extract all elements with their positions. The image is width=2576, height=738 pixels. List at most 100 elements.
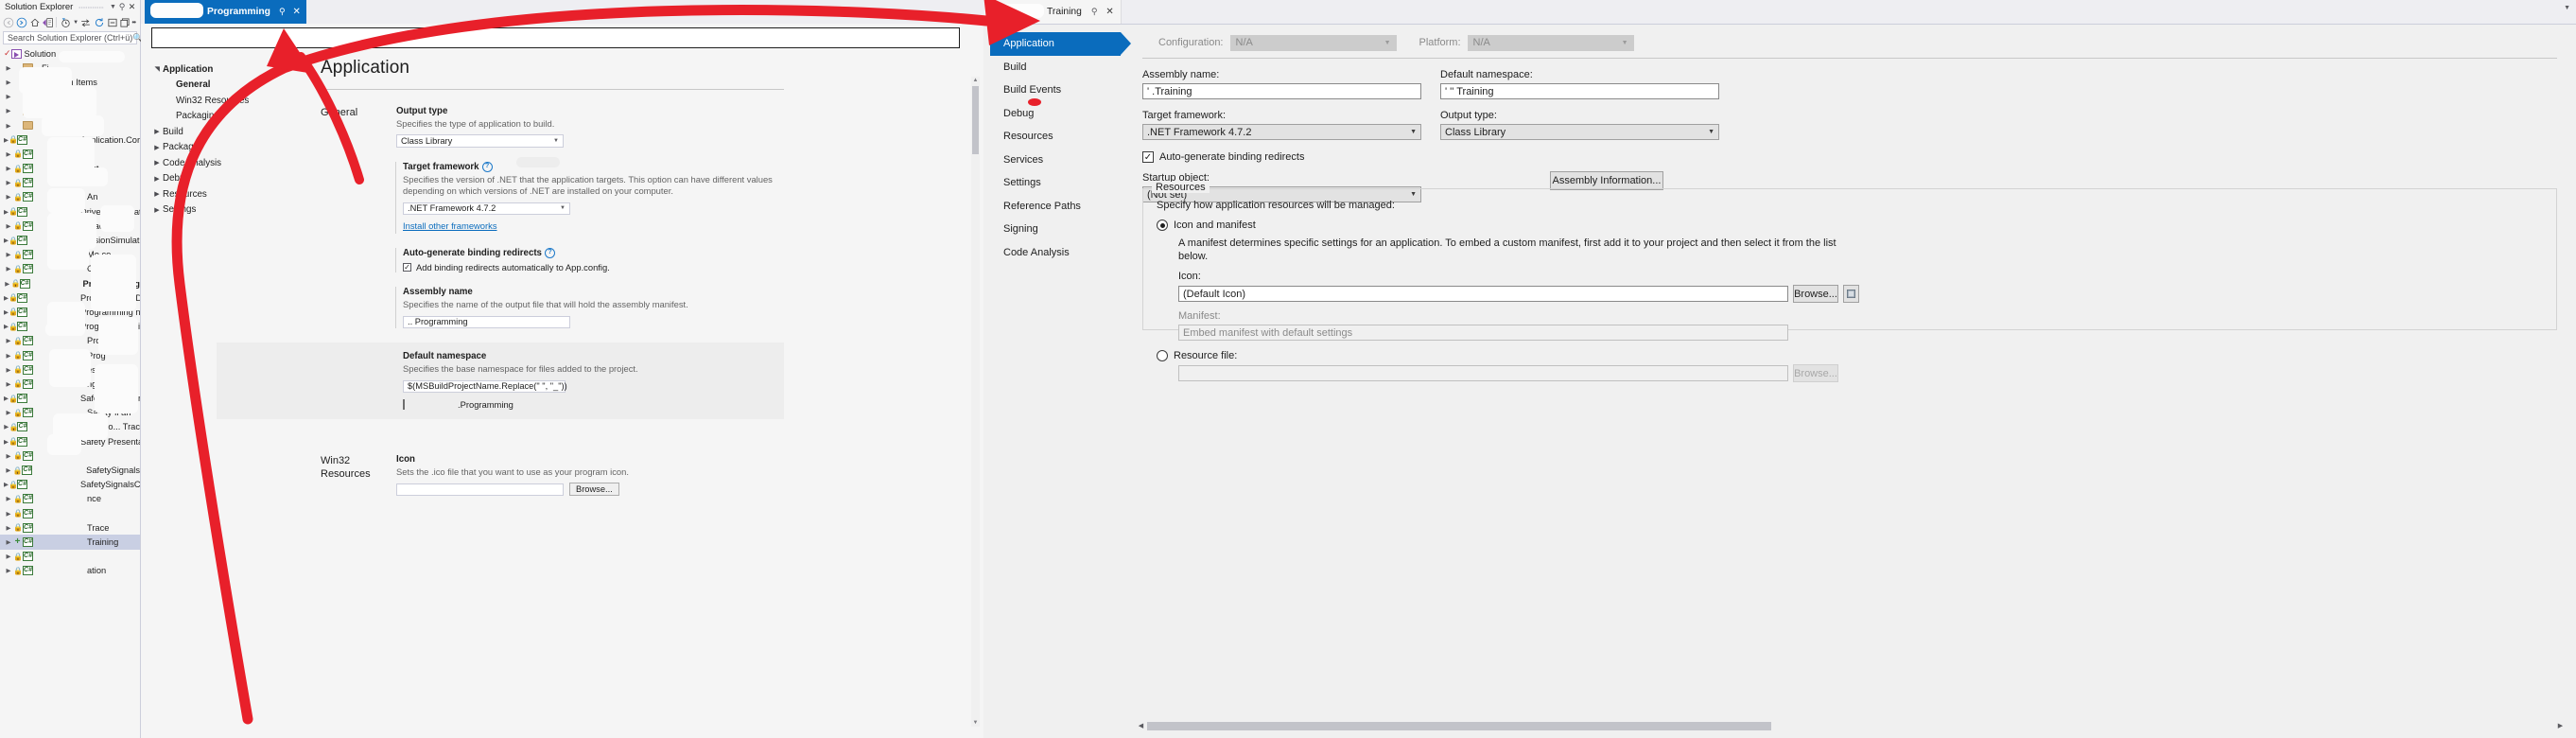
- show-all-files-icon[interactable]: [79, 15, 93, 29]
- chevron-right-icon[interactable]: ▶: [151, 175, 163, 183]
- output-type-select[interactable]: Class Library ▼: [1440, 124, 1719, 140]
- win32-icon-browse-button[interactable]: Browse...: [569, 483, 619, 497]
- properties-window-icon[interactable]: [119, 15, 132, 29]
- default-namespace-input[interactable]: $(MSBuildProjectName.Replace(" ", "_")): [403, 379, 567, 394]
- chevron-right-icon[interactable]: ▶: [151, 206, 163, 214]
- expand-arrow-icon[interactable]: ▶: [4, 466, 13, 474]
- property-pages-nav[interactable]: Application Build Build Events Debug Resourc…: [990, 32, 1131, 264]
- tree-item[interactable]: ▶ 🔒 C# Prog: [0, 348, 140, 362]
- expand-arrow-icon[interactable]: ▶: [4, 567, 13, 574]
- close-icon[interactable]: ✕: [127, 2, 137, 12]
- chevron-right-icon[interactable]: ▶: [151, 190, 163, 198]
- editor-nav-tree[interactable]: ◢ Application General Win32 Resources Packag…: [151, 62, 307, 218]
- tree-item[interactable]: ▶ 🔒 C#: [0, 147, 140, 161]
- auto-binding-checkbox[interactable]: ✓: [1142, 151, 1154, 163]
- tree-item[interactable]: ▶ 🔒 C# est: [0, 162, 140, 176]
- tree-item[interactable]: ▶🔒C#Safety Presentation: [0, 434, 140, 448]
- expand-arrow-icon[interactable]: ▶: [4, 107, 13, 114]
- chevron-right-icon[interactable]: ▶: [151, 159, 163, 167]
- editor-nav-item[interactable]: General: [151, 78, 307, 94]
- expand-arrow-icon[interactable]: ▶: [4, 79, 13, 86]
- tree-item[interactable]: ▶ 🔒 C# a: [0, 176, 140, 190]
- property-nav-item[interactable]: Services: [990, 149, 1121, 172]
- expand-arrow-icon[interactable]: ▶: [4, 495, 13, 502]
- home-icon[interactable]: [28, 15, 42, 29]
- tree-item[interactable]: ▶🔒C#Safety Configuration: [0, 392, 140, 406]
- icon-and-manifest-radio-row[interactable]: Icon and manifest: [1157, 220, 2543, 231]
- tree-item[interactable]: ▶ 🔒 C# Safety fi an: [0, 406, 140, 420]
- solution-root-node[interactable]: ✓ Solution rojects): [0, 46, 140, 61]
- scrollbar-thumb[interactable]: [1147, 722, 1771, 730]
- editor-nav-item[interactable]: ▶ Package: [151, 140, 307, 156]
- expand-arrow-icon[interactable]: ▶: [4, 524, 13, 532]
- chevron-down-icon[interactable]: ▼: [2564, 5, 2570, 11]
- property-nav-item[interactable]: Signing: [990, 218, 1121, 241]
- editor-nav-item[interactable]: ▶ Build: [151, 124, 307, 140]
- collapse-all-icon[interactable]: [106, 15, 119, 29]
- property-pages-horizontal-scrollbar[interactable]: ◀ ▶: [1135, 720, 2567, 732]
- tree-item[interactable]: ▶ System Tests: [0, 90, 140, 104]
- chevron-right-icon[interactable]: ▶: [151, 128, 163, 135]
- assembly-name-input[interactable]: .. Programming: [403, 315, 570, 329]
- icon-browse-button[interactable]: Browse...: [1793, 285, 1838, 303]
- help-icon[interactable]: ?: [544, 248, 555, 259]
- property-nav-item[interactable]: Settings: [990, 171, 1121, 195]
- property-nav-item[interactable]: Resources: [990, 125, 1121, 149]
- tree-item[interactable]: ▶ 🔒 C# Application.Core: [0, 132, 140, 147]
- editor-vertical-scrollbar[interactable]: ▲ ▼: [971, 77, 980, 727]
- tree-item[interactable]: ▶ 🔒 C# Mac: [0, 219, 140, 233]
- expand-arrow-icon[interactable]: ▶: [4, 352, 13, 360]
- expand-arrow-icon[interactable]: ▶: [4, 222, 13, 230]
- auto-binding-checkbox[interactable]: ✓: [403, 263, 411, 272]
- tree-item[interactable]: ▶ 🔒 C# ation: [0, 564, 140, 578]
- expand-arrow-icon[interactable]: ▶: [4, 280, 11, 288]
- tree-item[interactable]: ▶ 🔒 C# Safety o... Trac: [0, 420, 140, 434]
- property-nav-item[interactable]: Debug: [990, 102, 1121, 126]
- expand-arrow-icon[interactable]: ▶: [4, 122, 13, 130]
- editor-nav-item[interactable]: Packaging: [151, 109, 307, 125]
- resource-file-radio-row[interactable]: Resource file:: [1157, 350, 2543, 361]
- tree-item[interactable]: ▶ 🔒 C# Programm....: [0, 334, 140, 348]
- tree-item[interactable]: ▶ 🔒 C# Trace: [0, 520, 140, 535]
- expand-arrow-icon[interactable]: ▶: [4, 452, 13, 460]
- default-namespace-input[interactable]: ' '' Training: [1440, 83, 1719, 99]
- tree-item[interactable]: ▶ 🔒 C# Mo ce: [0, 248, 140, 262]
- solution-tree[interactable]: ✓ Solution rojects) ▶ Fi ▶ Solution Items ▶ S…: [0, 46, 140, 737]
- tree-item[interactable]: ▶ 🔒 C# SafetySignalsCo: [0, 478, 140, 492]
- pin-icon[interactable]: ⚲: [279, 7, 286, 17]
- expand-arrow-icon[interactable]: ▶: [4, 251, 13, 258]
- assembly-information-button[interactable]: Assembly Information...: [1550, 171, 1663, 190]
- property-nav-item[interactable]: Build Events: [990, 79, 1121, 102]
- expand-arrow-icon[interactable]: ▶: [4, 510, 13, 518]
- editor-nav-item[interactable]: ▶ Resources: [151, 186, 307, 202]
- expand-arrow-icon[interactable]: ▶: [4, 538, 13, 546]
- tree-item[interactable]: ▶🔒C#MissionSimulation: [0, 233, 140, 247]
- search-solution-explorer-input[interactable]: Search Solution Explorer (Ctrl+ü) 🔍 ▼: [3, 31, 148, 44]
- target-framework-combo[interactable]: .NET Framework 4.7.2 ▼: [403, 202, 570, 216]
- sync-with-active-document-icon[interactable]: [42, 15, 55, 29]
- tree-item[interactable]: ▶ 🔒 C# An: [0, 190, 140, 204]
- scroll-left-arrow-icon[interactable]: ◀: [1135, 720, 1147, 732]
- expand-arrow-icon[interactable]: ▶: [4, 553, 13, 560]
- expand-arrow-icon[interactable]: ▶: [4, 366, 13, 374]
- expand-arrow-icon[interactable]: ▶: [4, 179, 13, 186]
- tree-item[interactable]: ▶ Fi: [0, 61, 140, 75]
- scroll-right-arrow-icon[interactable]: ▶: [2554, 720, 2567, 732]
- resource-file-radio[interactable]: [1157, 350, 1168, 361]
- win32-icon-input[interactable]: [396, 483, 564, 497]
- tree-item[interactable]: ▶ 🔒 C#: [0, 506, 140, 520]
- tree-item[interactable]: ▶ 🔒 C# SafetySignals: [0, 463, 140, 477]
- tree-item[interactable]: ▶ 🔒 C# Programming: [0, 276, 140, 290]
- scroll-down-arrow-icon[interactable]: ▼: [972, 719, 979, 727]
- icon-input[interactable]: (Default Icon): [1178, 286, 1788, 302]
- tree-item[interactable]: ▶: [0, 104, 140, 118]
- icon-preview-icon[interactable]: [1843, 285, 1859, 303]
- chevron-down-icon[interactable]: ◢: [153, 63, 161, 75]
- tree-item[interactable]: ▶ 🔒 C#: [0, 448, 140, 463]
- property-pages-tab-training[interactable]: Training ⚲ ✕: [984, 0, 1122, 24]
- icon-and-manifest-radio[interactable]: [1157, 220, 1168, 231]
- tree-item[interactable]: ▶ 🔒 C# nce: [0, 492, 140, 506]
- tree-item[interactable]: ▶ + C# Training: [0, 535, 140, 550]
- refresh-icon[interactable]: [93, 15, 106, 29]
- help-icon[interactable]: ?: [481, 161, 493, 172]
